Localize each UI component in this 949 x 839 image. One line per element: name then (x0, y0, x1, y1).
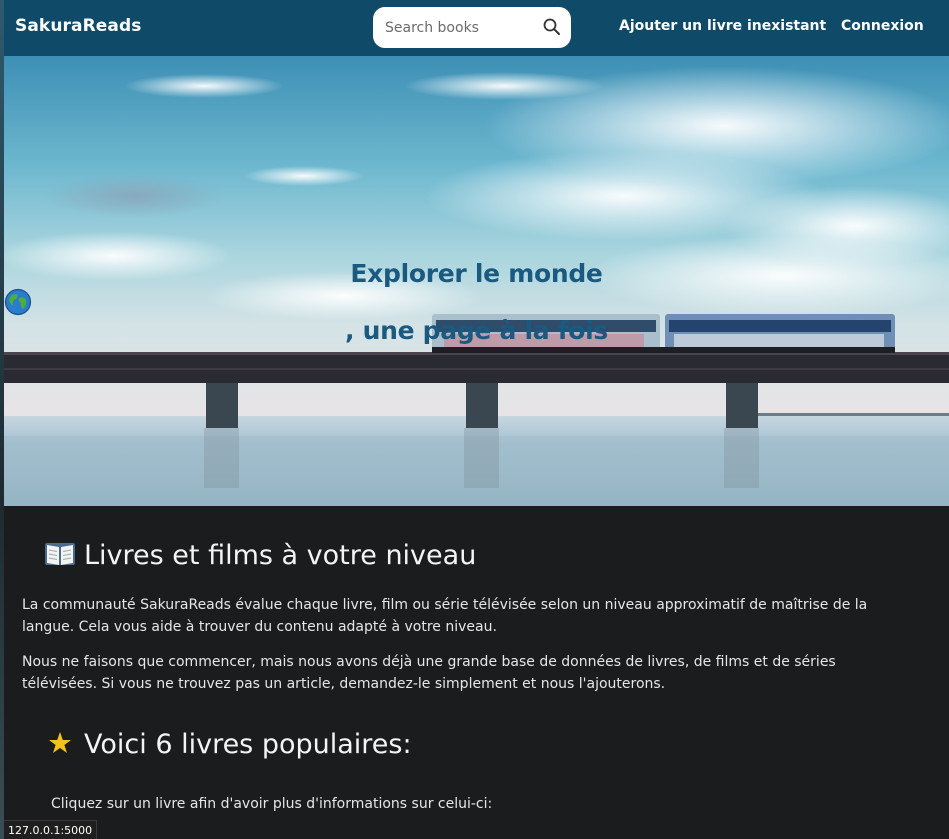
star-icon (44, 728, 76, 758)
hero-title-text-end: , une page à la fois (345, 316, 608, 345)
levels-paragraph-1: La communauté SakuraReads évalue chaque … (22, 597, 868, 635)
brand-logo[interactable]: SakuraReads (15, 16, 141, 36)
hero-title: Explorer le monde , une page à la fois (4, 259, 949, 345)
search-input[interactable] (383, 17, 537, 39)
open-book-icon (45, 543, 75, 565)
levels-paragraph-2: Nous ne faisons que commencer, mais nous… (22, 654, 836, 692)
status-bar-url: 127.0.0.1:5000 (4, 820, 98, 839)
top-navbar: SakuraReads Ajouter un livre inexistant … (4, 0, 949, 56)
section-heading-popular: Voici 6 livres populaires: (44, 728, 412, 760)
section-heading-popular-text: Voici 6 livres populaires: (84, 729, 412, 760)
popular-books-hint: Cliquez sur un livre afin d'avoir plus d… (51, 796, 493, 812)
section-heading-levels: Livres et films à votre niveau (44, 539, 476, 571)
search-icon[interactable] (542, 17, 562, 37)
globe-icon (4, 288, 32, 316)
hero-banner: Explorer le monde , une page à la fois (4, 56, 949, 506)
main-content: Livres et films à votre niveau La commun… (4, 506, 949, 839)
nav-link-add-book[interactable]: Ajouter un livre inexistant (619, 18, 826, 34)
nav-link-login[interactable]: Connexion (841, 18, 924, 34)
section-heading-levels-text: Livres et films à votre niveau (84, 540, 477, 571)
search-box[interactable] (373, 7, 571, 48)
hero-title-text-start: Explorer le monde (350, 259, 603, 288)
browser-viewport: SakuraReads Ajouter un livre inexistant … (0, 0, 949, 839)
